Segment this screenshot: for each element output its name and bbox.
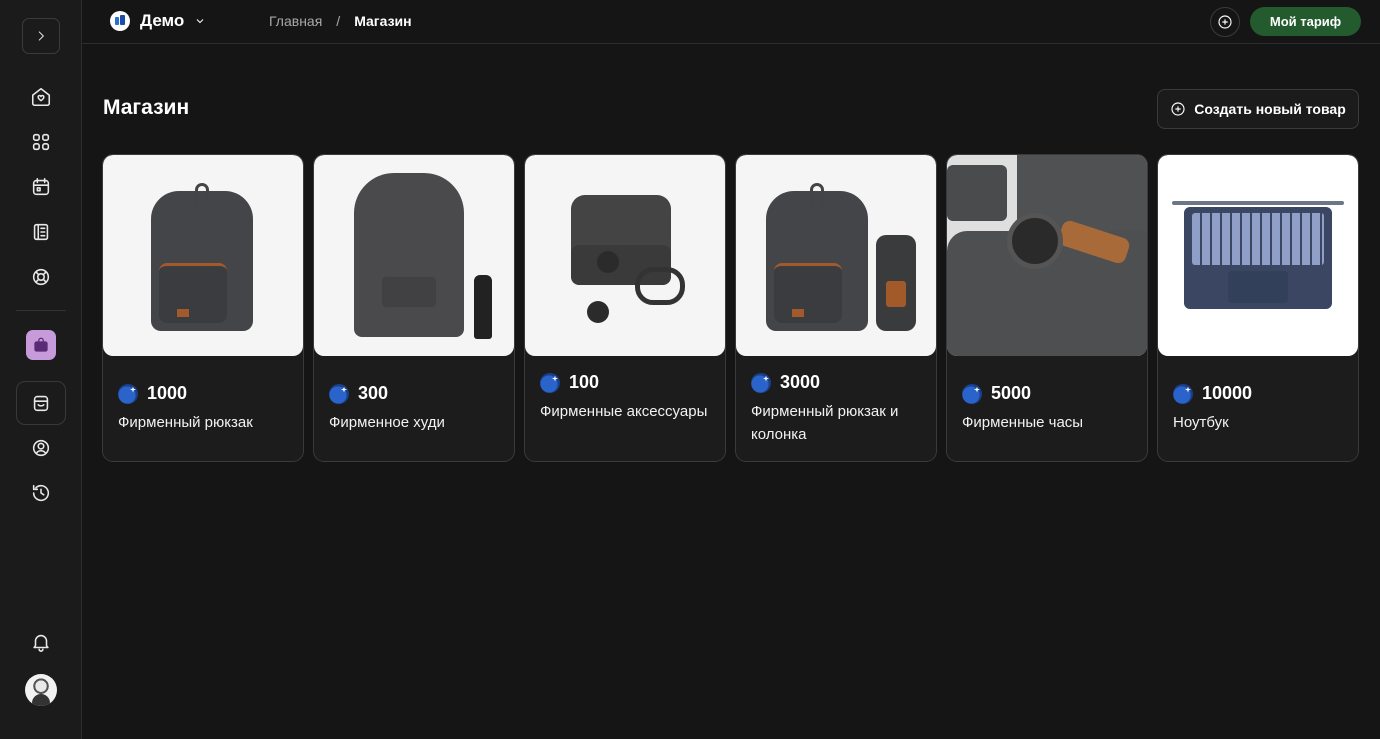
product-image-hoodie — [314, 155, 514, 356]
product-image-watch — [947, 155, 1147, 356]
bell-icon — [33, 634, 49, 652]
product-name: Фирменный рюкзак — [118, 414, 253, 431]
coin-icon — [540, 372, 560, 393]
coin-icon — [751, 372, 771, 393]
topbar: Демо Главная / Магазин Мой тариф — [82, 0, 1380, 44]
chevron-right-icon — [38, 31, 44, 41]
product-price: 5000 — [991, 383, 1032, 403]
breadcrumb: Главная / Магазин — [269, 13, 412, 29]
sidebar-item-shop[interactable] — [26, 330, 56, 360]
shopping-bag-icon — [34, 337, 48, 352]
sidebar-item-calendar[interactable] — [21, 167, 61, 207]
avatar[interactable] — [25, 674, 57, 706]
breadcrumb-separator: / — [336, 13, 341, 29]
plus-circle-icon — [1218, 15, 1232, 29]
chevron-down-icon — [196, 19, 204, 24]
product-name: Фирменные часы — [962, 414, 1084, 431]
product-name: Фирменное худи — [329, 414, 445, 431]
workspace-name: Демо — [140, 11, 185, 30]
product-price: 100 — [569, 372, 600, 392]
sidebar-item-profile[interactable] — [21, 428, 61, 468]
create-product-button[interactable]: Создать новый товар — [1157, 89, 1359, 129]
sidebar-divider — [16, 310, 66, 311]
sidebar-item-history[interactable] — [21, 473, 61, 513]
product-card[interactable]: 5000 Фирменные часы — [946, 154, 1148, 462]
product-image-laptop — [1158, 155, 1358, 356]
calendar-icon — [32, 177, 50, 196]
sidebar — [0, 0, 82, 739]
coin-icon — [118, 383, 138, 404]
coin-icon — [962, 383, 982, 404]
product-name: Ноутбук — [1173, 414, 1229, 431]
ledger-icon — [33, 223, 49, 241]
create-product-label: Создать новый товар — [1194, 101, 1346, 117]
sidebar-item-home[interactable] — [21, 77, 61, 117]
product-grid: 1000 Фирменный рюкзак 300 Фирменное худи… — [102, 154, 1359, 462]
product-name: Фирменные аксессуары — [540, 403, 708, 420]
sidebar-item-dashboard[interactable] — [21, 122, 61, 162]
product-price: 10000 — [1202, 383, 1253, 403]
product-price: 1000 — [147, 383, 188, 403]
product-card[interactable]: 3000 Фирменный рюкзак и колонка — [735, 154, 937, 462]
coin-icon — [329, 383, 349, 404]
notifications-button[interactable] — [21, 622, 61, 662]
product-price: 300 — [358, 383, 389, 403]
sidebar-item-store[interactable] — [16, 381, 66, 425]
page-title: Магазин — [103, 96, 190, 119]
sidebar-item-ledger[interactable] — [21, 212, 61, 252]
sidebar-expand-button[interactable] — [22, 18, 60, 54]
product-card[interactable]: 1000 Фирменный рюкзак — [102, 154, 304, 462]
product-image-accessories — [525, 155, 725, 356]
product-card[interactable]: 300 Фирменное худи — [313, 154, 515, 462]
workspace-switcher[interactable]: Демо — [110, 11, 206, 31]
product-card[interactable]: 100 Фирменные аксессуары — [524, 154, 726, 462]
add-button[interactable] — [1210, 7, 1240, 37]
breadcrumb-current: Магазин — [354, 13, 412, 29]
coin-icon — [1173, 383, 1193, 404]
breadcrumb-home[interactable]: Главная — [269, 13, 322, 29]
history-icon — [32, 484, 50, 502]
store-icon — [33, 395, 49, 412]
product-name: Фирменный рюкзак и колонка — [751, 403, 899, 443]
sidebar-item-support[interactable] — [21, 257, 61, 297]
my-plan-button[interactable]: Мой тариф — [1250, 7, 1361, 36]
home-icon — [31, 87, 51, 107]
product-image-backpack-speaker — [736, 155, 936, 356]
grid-icon — [32, 133, 50, 151]
workspace-logo-icon — [110, 11, 130, 31]
product-card[interactable]: 10000 Ноутбук — [1157, 154, 1359, 462]
lifebuoy-icon — [32, 268, 50, 286]
product-price: 3000 — [780, 372, 821, 392]
user-circle-icon — [32, 439, 50, 457]
product-image-backpack — [103, 155, 303, 356]
plus-circle-icon — [1171, 102, 1185, 116]
